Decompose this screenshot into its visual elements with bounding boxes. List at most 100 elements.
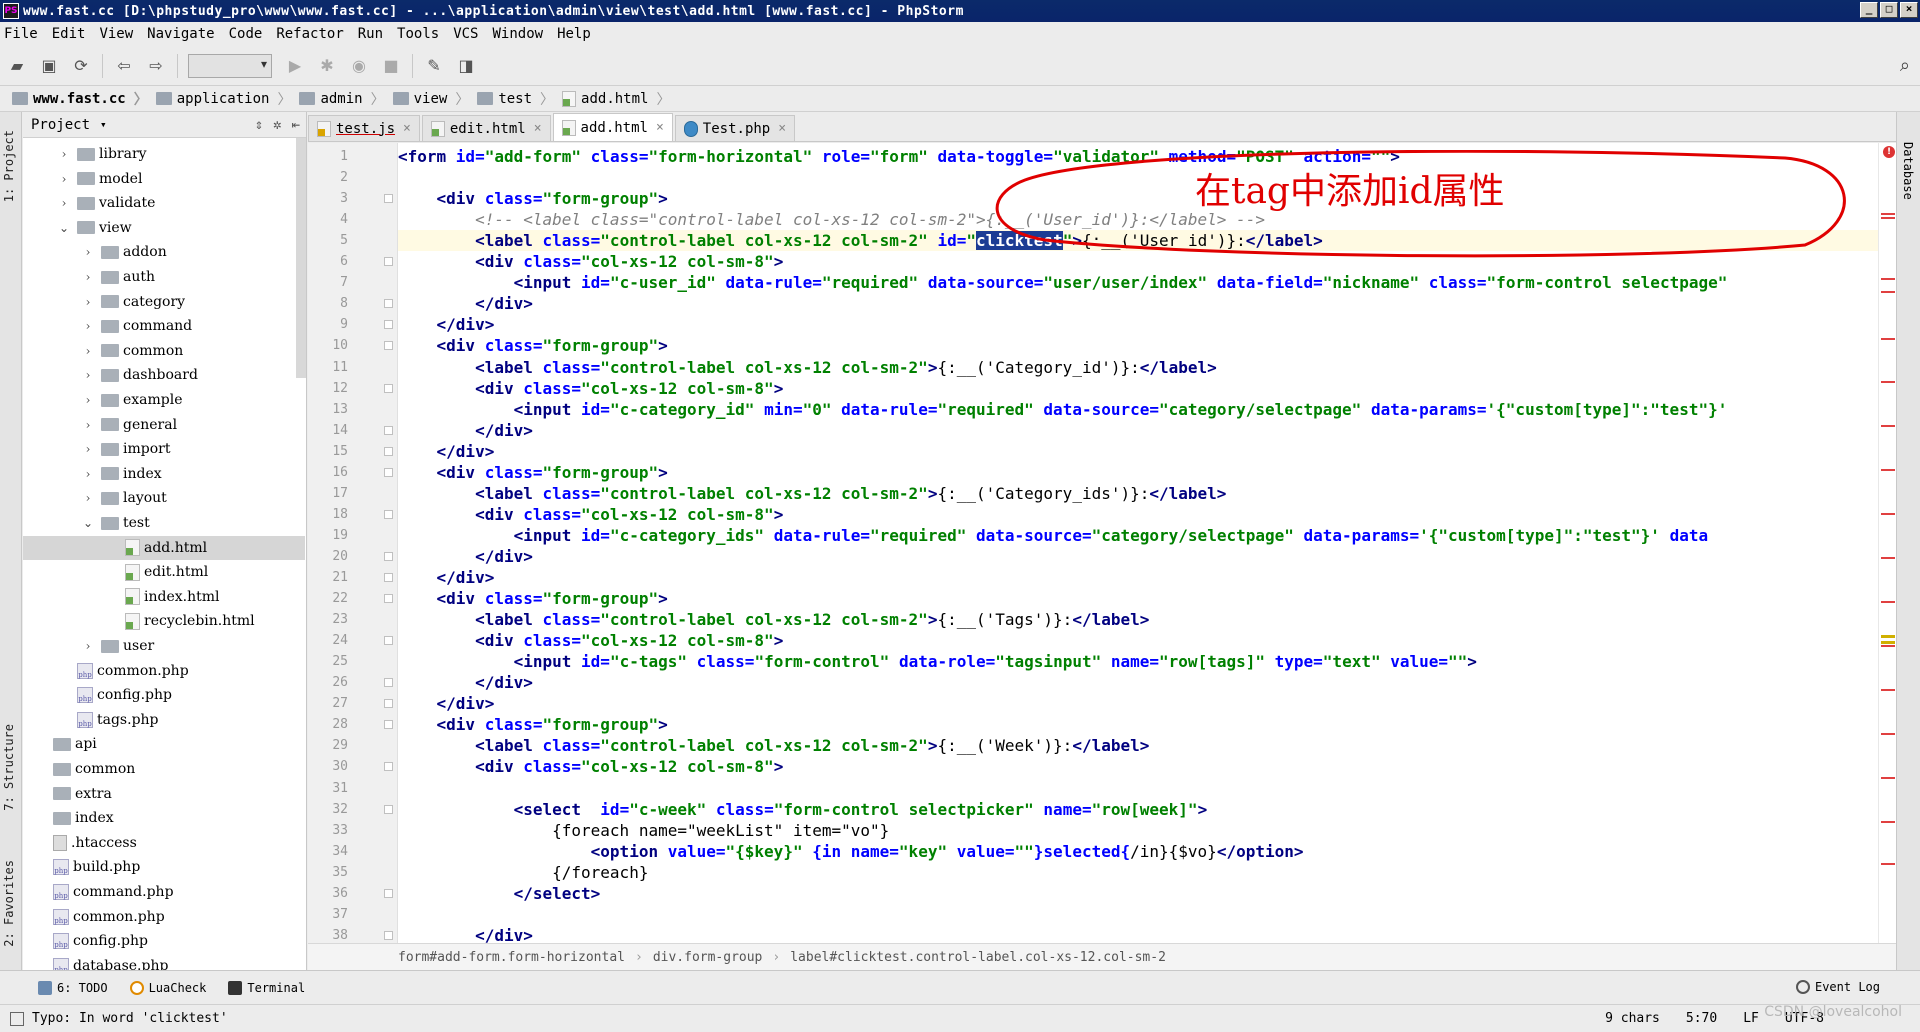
fold-marker-icon[interactable] <box>384 446 393 456</box>
code-line[interactable]: <div class="col-xs-12 col-sm-8"> <box>398 756 783 777</box>
tree-item[interactable]: add.html <box>23 535 305 560</box>
chevron-right-icon[interactable]: › <box>81 467 95 481</box>
open-folder-icon[interactable]: ▰ <box>6 55 28 77</box>
chevron-down-icon[interactable]: ⌄ <box>57 221 71 235</box>
fold-marker-icon[interactable] <box>384 341 393 351</box>
tree-item[interactable]: php build.php <box>23 855 305 879</box>
editor-crumb-div[interactable]: div.form-group <box>653 950 763 965</box>
fold-marker-icon[interactable] <box>384 720 393 730</box>
tree-item[interactable]: php common.php <box>23 905 305 929</box>
error-mark[interactable] <box>1881 469 1895 471</box>
breadcrumb-view[interactable]: view 〉 <box>392 89 469 109</box>
fold-marker-icon[interactable] <box>384 383 393 393</box>
settings-wrench-icon[interactable]: ✎ <box>423 55 445 77</box>
tree-item[interactable]: recyclebin.html <box>23 609 305 633</box>
minimize-button[interactable]: _ <box>1860 2 1878 18</box>
fold-marker-icon[interactable] <box>384 425 393 435</box>
luacheck-tool-button[interactable]: LuaCheck <box>129 980 206 995</box>
editor-crumb-label[interactable]: label#clicktest.control-label.col-xs-12.… <box>790 950 1166 965</box>
breadcrumb-application[interactable]: application 〉 <box>155 89 291 109</box>
tab-add-html[interactable]: add.html × <box>552 113 673 141</box>
chevron-right-icon[interactable]: › <box>81 270 95 284</box>
tree-item[interactable]: php command.php <box>23 880 305 904</box>
breadcrumb-test[interactable]: test 〉 <box>477 89 554 109</box>
code-line[interactable]: <label class="control-label col-xs-12 co… <box>398 735 1149 756</box>
menu-file[interactable]: File <box>4 26 38 42</box>
code-line[interactable]: </div> <box>398 672 533 693</box>
chevron-right-icon[interactable]: › <box>81 368 95 382</box>
close-tab-icon[interactable]: × <box>403 121 411 136</box>
error-mark[interactable] <box>1881 278 1895 280</box>
menu-refactor[interactable]: Refactor <box>276 26 343 42</box>
coverage-icon[interactable]: ◉ <box>348 55 370 77</box>
error-stripe[interactable] <box>1878 143 1896 943</box>
close-tab-icon[interactable]: × <box>656 120 664 135</box>
chevron-right-icon[interactable]: › <box>81 639 95 653</box>
code-editor[interactable]: <form id="add-form" class="form-horizont… <box>398 143 1878 943</box>
code-line[interactable]: </div> <box>398 925 533 943</box>
code-line[interactable]: <select id="c-week" class="form-control … <box>398 799 1208 820</box>
tab-edit-html[interactable]: edit.html × <box>421 115 551 141</box>
fold-marker-icon[interactable] <box>384 678 393 688</box>
chevron-right-icon[interactable]: › <box>81 491 95 505</box>
fold-marker-icon[interactable] <box>384 930 393 940</box>
debug-icon[interactable]: ✱ <box>316 55 338 77</box>
menu-tools[interactable]: Tools <box>397 26 439 42</box>
code-line[interactable]: <label class="control-label col-xs-12 co… <box>398 357 1217 378</box>
code-line[interactable]: <option value="{$key}" {in name="key" va… <box>398 841 1304 862</box>
warning-mark[interactable] <box>1881 641 1895 644</box>
error-mark[interactable] <box>1881 217 1895 219</box>
chevron-down-icon[interactable]: ⌄ <box>81 516 95 530</box>
tree-item[interactable]: › general <box>23 413 305 437</box>
code-line[interactable]: <div class="col-xs-12 col-sm-8"> <box>398 378 783 399</box>
chevron-down-icon[interactable]: ▾ <box>100 118 107 131</box>
breadcrumb-add-html[interactable]: add.html 〉 <box>562 89 670 109</box>
fold-marker-icon[interactable] <box>384 594 393 604</box>
breadcrumb-admin[interactable]: admin 〉 <box>299 89 385 109</box>
breadcrumb-project[interactable]: www.fast.cc 〉 <box>12 89 148 109</box>
tab-test-js[interactable]: test.js × <box>308 115 420 141</box>
project-tree-scrollbar[interactable] <box>296 138 306 378</box>
back-arrow-icon[interactable]: ⇦ <box>113 55 135 77</box>
restore-button[interactable]: □ <box>1880 2 1898 18</box>
chevron-right-icon[interactable]: › <box>57 147 71 161</box>
close-button[interactable]: × <box>1900 2 1918 18</box>
fold-marker-icon[interactable] <box>384 804 393 814</box>
caret-position[interactable]: 5:70 <box>1686 1011 1717 1026</box>
menu-help[interactable]: Help <box>557 26 591 42</box>
code-line[interactable]: <label class="control-label col-xs-12 co… <box>398 609 1149 630</box>
error-mark[interactable] <box>1881 557 1895 559</box>
save-icon[interactable]: ▣ <box>38 55 60 77</box>
tree-item[interactable]: › example <box>23 388 305 412</box>
tree-item[interactable]: › library <box>23 142 305 166</box>
code-line[interactable]: </div> <box>398 441 495 462</box>
code-line[interactable]: <div class="form-group"> <box>398 462 668 483</box>
code-line[interactable]: </div> <box>398 567 495 588</box>
error-mark[interactable] <box>1881 733 1895 735</box>
code-line[interactable]: <div class="col-xs-12 col-sm-8"> <box>398 504 783 525</box>
structure-tool-tab[interactable]: 7: Structure <box>2 724 16 811</box>
menu-view[interactable]: View <box>99 26 133 42</box>
tree-item[interactable]: .htaccess <box>23 831 305 855</box>
fold-marker-icon[interactable] <box>384 762 393 772</box>
tree-item[interactable]: › category <box>23 290 305 314</box>
collapse-all-icon[interactable]: ⇕ <box>255 117 263 133</box>
code-line[interactable]: </div> <box>398 693 495 714</box>
fold-marker-icon[interactable] <box>384 257 393 267</box>
code-line[interactable]: <div class="form-group"> <box>398 588 668 609</box>
tab-test-php[interactable]: Test.php × <box>674 115 796 141</box>
code-line[interactable]: <label class="control-label col-xs-12 co… <box>398 230 1878 252</box>
code-line[interactable]: </div> <box>398 420 533 441</box>
code-line[interactable]: <label class="control-label col-xs-12 co… <box>398 483 1226 504</box>
run-configuration-select[interactable] <box>188 53 272 78</box>
stop-icon[interactable]: ■ <box>380 55 402 77</box>
chevron-right-icon[interactable]: › <box>57 196 71 210</box>
chevron-right-icon[interactable]: › <box>57 172 71 186</box>
menu-window[interactable]: Window <box>493 26 544 42</box>
error-mark[interactable] <box>1881 381 1895 383</box>
code-line[interactable]: <input id="c-user_id" data-rule="require… <box>398 272 1728 293</box>
code-line[interactable]: {/foreach} <box>398 862 648 883</box>
project-tool-tab[interactable]: 1: Project <box>2 130 16 202</box>
tree-item[interactable]: index <box>23 806 305 830</box>
fold-marker-icon[interactable] <box>384 467 393 477</box>
